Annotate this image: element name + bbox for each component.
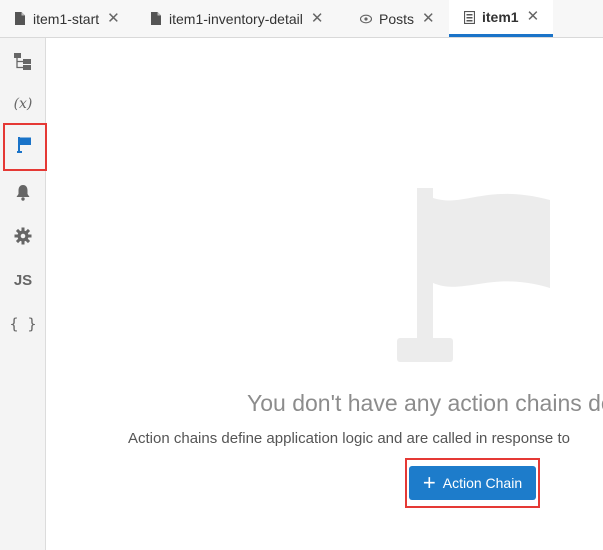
sidebar: (x) JS {}	[0, 38, 47, 550]
sidebar-item-action-chains[interactable]	[3, 123, 47, 171]
empty-state-title: You don't have any action chains de	[247, 390, 603, 416]
page-icon	[14, 12, 26, 26]
close-icon[interactable]: ✕	[527, 9, 540, 24]
js-icon[interactable]: JS	[8, 265, 38, 295]
gear-icon[interactable]	[8, 221, 38, 251]
flag-icon	[17, 136, 33, 159]
eye-icon	[360, 12, 372, 26]
action-chains-panel: You don't have any action chains de Acti…	[47, 38, 603, 550]
variables-icon[interactable]: (x)	[8, 89, 38, 119]
plus-icon: +	[422, 470, 436, 495]
tab-label: item1	[482, 9, 519, 25]
close-icon[interactable]: ✕	[311, 11, 324, 26]
tab-label: item1-inventory-detail	[169, 10, 303, 27]
json-braces-label: { }	[9, 315, 37, 333]
page-icon	[150, 12, 162, 26]
empty-state-description: Action chains define application logic a…	[128, 430, 570, 447]
tab-item1[interactable]: item1 ✕	[449, 0, 553, 37]
json-braces-icon[interactable]: { }	[8, 309, 38, 339]
add-action-chain-button[interactable]: + Action Chain	[409, 466, 536, 500]
tab-item1-inventory-detail[interactable]: item1-inventory-detail ✕	[150, 0, 340, 37]
tab-bar: item1-start ✕ item1-inventory-detail ✕ P…	[0, 0, 603, 38]
js-icon-label: JS	[13, 271, 33, 289]
close-icon[interactable]: ✕	[107, 11, 120, 26]
tab-label: Posts	[379, 10, 415, 27]
close-icon[interactable]: ✕	[422, 11, 435, 26]
tab-label: item1-start	[33, 10, 100, 27]
tab-posts[interactable]: Posts ✕	[360, 0, 440, 37]
tab-item1-start[interactable]: item1-start ✕	[14, 0, 132, 37]
flag-illustration-icon	[395, 186, 555, 368]
variables-icon-label: (x)	[13, 96, 33, 112]
bell-icon[interactable]	[8, 177, 38, 207]
structure-icon[interactable]	[8, 46, 38, 76]
add-action-chain-label: Action Chain	[442, 475, 523, 491]
flow-icon	[463, 10, 475, 24]
